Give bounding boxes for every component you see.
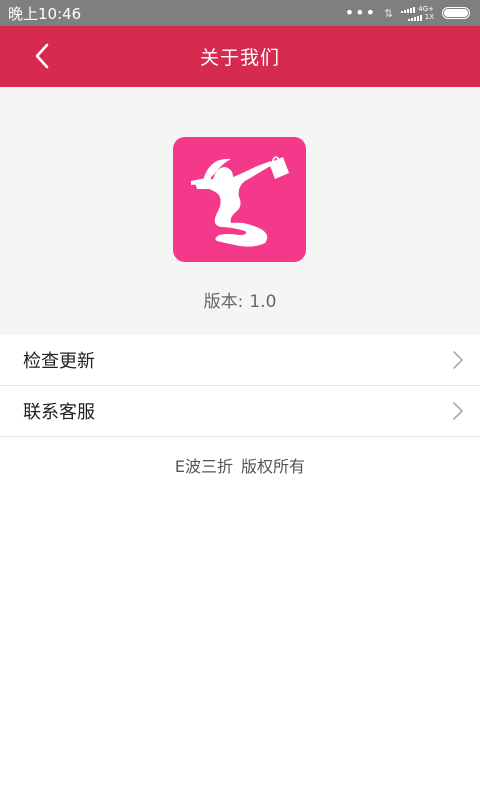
copyright-text: E波三折 版权所有 — [0, 453, 480, 477]
app-info-section: 版本: 1.0 — [0, 87, 480, 335]
status-bar: 晚上10:46 ••• ⇅ 4G+ 1X — [0, 0, 480, 26]
check-update-item[interactable]: 检查更新 — [0, 335, 480, 386]
contact-service-item[interactable]: 联系客服 — [0, 386, 480, 437]
network-type-top: 4G+ — [418, 5, 434, 13]
version-value: 1.0 — [249, 292, 277, 312]
version-label: 版本: — [203, 292, 244, 312]
status-time: 晚上10:46 — [8, 4, 82, 23]
more-dots-icon: ••• — [344, 3, 377, 22]
app-bar: 关于我们 — [0, 26, 480, 87]
back-button[interactable] — [22, 36, 62, 76]
data-transfer-icon: ⇅ — [384, 6, 394, 20]
woman-shopping-bag-logo-icon — [191, 156, 289, 247]
copyright-brand: E波三折 — [174, 457, 234, 476]
chevron-left-icon — [35, 43, 49, 69]
signal-icon: 4G+ 1X — [401, 5, 434, 21]
chevron-right-icon — [453, 402, 463, 420]
network-type-bottom: 1X — [424, 13, 434, 21]
version-info: 版本: 1.0 — [0, 287, 480, 312]
app-logo — [173, 137, 306, 262]
status-icons: ••• ⇅ 4G+ 1X — [345, 5, 470, 21]
signal-bars-bottom-icon — [407, 14, 422, 21]
chevron-right-icon — [453, 351, 463, 369]
battery-icon — [442, 7, 470, 19]
page-title: 关于我们 — [199, 47, 280, 69]
signal-bars-top-icon — [401, 6, 416, 13]
contact-service-label: 联系客服 — [23, 402, 95, 423]
settings-list: 检查更新 联系客服 — [0, 335, 480, 437]
copyright-rights: 版权所有 — [241, 457, 306, 476]
check-update-label: 检查更新 — [23, 351, 95, 372]
